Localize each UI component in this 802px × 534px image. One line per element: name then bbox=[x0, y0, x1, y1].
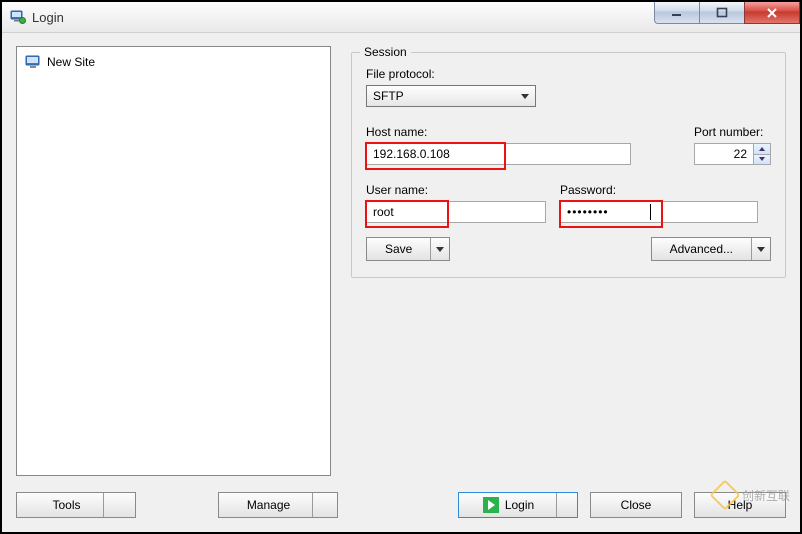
watermark-logo-icon bbox=[709, 479, 740, 510]
session-panel: Session File protocol: SFTP Host name: bbox=[351, 46, 786, 476]
caret-up-icon bbox=[759, 147, 765, 151]
password-input[interactable] bbox=[560, 201, 758, 223]
client-area: New Site Session File protocol: SFTP Hos… bbox=[2, 32, 800, 532]
caret-down-icon bbox=[759, 157, 765, 161]
protocol-select[interactable]: SFTP bbox=[366, 85, 536, 107]
manage-label: Manage bbox=[225, 498, 312, 512]
window-title: Login bbox=[32, 10, 64, 25]
close-window-button[interactable] bbox=[744, 2, 800, 24]
chevron-down-icon bbox=[757, 247, 765, 252]
footer-actions: Tools Manage Login Close Help bbox=[16, 492, 786, 518]
login-label: Login bbox=[505, 498, 534, 512]
save-button-label: Save bbox=[367, 242, 430, 256]
watermark-text: 创新互联 bbox=[742, 487, 790, 504]
login-icon bbox=[483, 497, 499, 513]
host-label: Host name: bbox=[366, 125, 680, 139]
save-dropdown[interactable] bbox=[430, 238, 449, 260]
tools-dropdown[interactable] bbox=[103, 493, 122, 517]
close-button[interactable]: Close bbox=[590, 492, 682, 518]
save-button[interactable]: Save bbox=[366, 237, 450, 261]
minimize-button[interactable] bbox=[654, 2, 700, 24]
protocol-label: File protocol: bbox=[366, 67, 771, 81]
user-label: User name: bbox=[366, 183, 546, 197]
login-dropdown[interactable] bbox=[556, 493, 575, 517]
advanced-button-label: Advanced... bbox=[652, 242, 751, 256]
monitor-icon bbox=[25, 54, 41, 70]
session-legend: Session bbox=[360, 45, 411, 59]
port-spinner[interactable] bbox=[754, 143, 771, 165]
window-controls bbox=[655, 2, 800, 24]
maximize-button[interactable] bbox=[699, 2, 745, 24]
titlebar: Login bbox=[2, 2, 800, 33]
port-input[interactable] bbox=[694, 143, 754, 165]
manage-dropdown[interactable] bbox=[312, 493, 331, 517]
chevron-down-icon bbox=[521, 94, 529, 99]
spin-down-button[interactable] bbox=[754, 155, 770, 165]
app-icon bbox=[10, 9, 26, 25]
login-button[interactable]: Login bbox=[458, 492, 578, 518]
manage-button[interactable]: Manage bbox=[218, 492, 338, 518]
chevron-down-icon bbox=[436, 247, 444, 252]
tools-label: Tools bbox=[30, 498, 102, 512]
password-label: Password: bbox=[560, 183, 758, 197]
watermark: 创新互联 bbox=[714, 484, 790, 506]
advanced-dropdown[interactable] bbox=[751, 238, 770, 260]
host-input[interactable] bbox=[366, 143, 631, 165]
user-input[interactable] bbox=[366, 201, 546, 223]
site-tree-item-label: New Site bbox=[47, 55, 95, 69]
text-caret bbox=[650, 204, 651, 220]
advanced-button[interactable]: Advanced... bbox=[651, 237, 771, 261]
session-group: Session File protocol: SFTP Host name: bbox=[351, 52, 786, 278]
site-tree-item[interactable]: New Site bbox=[23, 53, 324, 71]
site-tree[interactable]: New Site bbox=[16, 46, 331, 476]
login-window: Login bbox=[0, 0, 802, 534]
port-label: Port number: bbox=[694, 125, 771, 139]
tools-button[interactable]: Tools bbox=[16, 492, 136, 518]
spin-up-button[interactable] bbox=[754, 144, 770, 155]
close-label: Close bbox=[621, 498, 652, 512]
protocol-value: SFTP bbox=[373, 89, 404, 103]
